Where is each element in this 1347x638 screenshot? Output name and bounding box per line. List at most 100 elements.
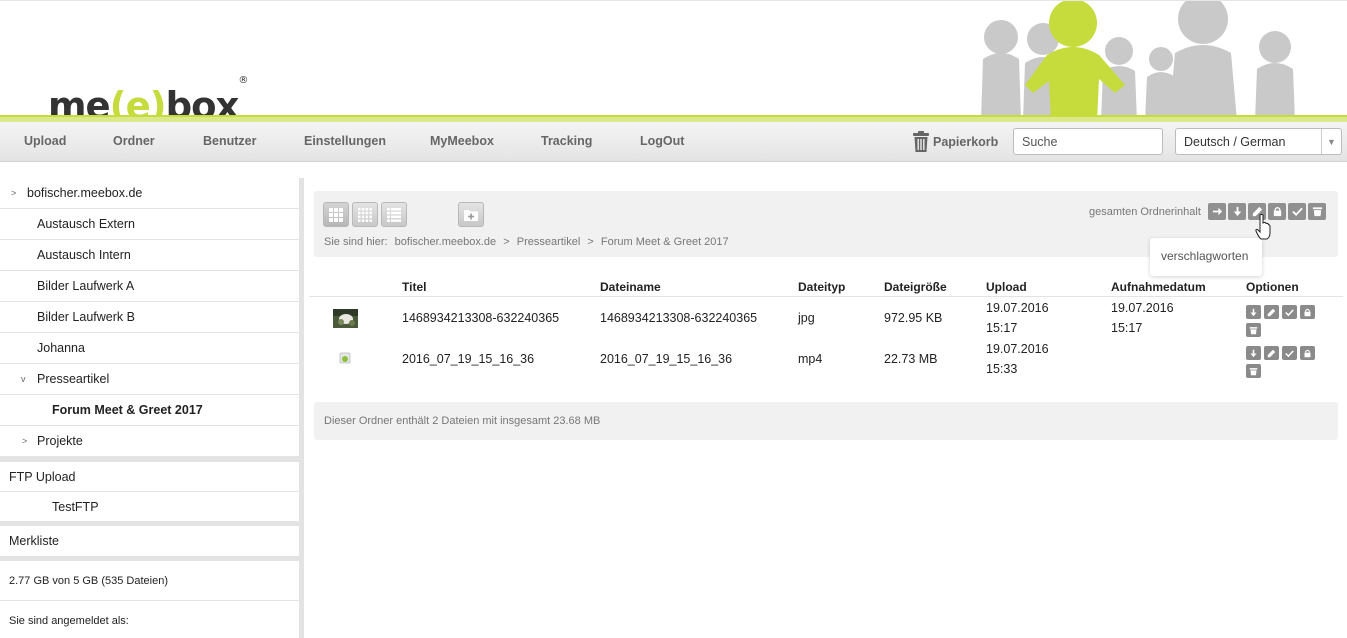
edit-icon (1267, 349, 1276, 357)
folder-add-icon (464, 209, 478, 221)
hand-cursor-icon (1255, 214, 1271, 240)
cell-upload-date: 19.07.2016 (986, 301, 1049, 315)
view-grid-small-button[interactable] (352, 202, 378, 227)
nav-mymeebox[interactable]: MyMeebox (430, 134, 494, 148)
sidebar-item-label: FTP Upload (9, 469, 76, 484)
view-grid-large-button[interactable] (323, 202, 349, 227)
sidebar-item-label: Presseartikel (37, 372, 110, 386)
check-icon (1285, 349, 1294, 357)
list-icon (387, 207, 401, 222)
chevron-right-icon[interactable]: > (22, 436, 27, 446)
all-content-label: gesamten Ordnerinhalt (1089, 206, 1201, 218)
sidebar-divider (0, 556, 299, 561)
sidebar-item-austausch-extern[interactable]: Austausch Extern (0, 209, 299, 240)
cell-title[interactable]: 2016_07_19_15_16_36 (402, 352, 534, 366)
view-list-button[interactable] (381, 202, 407, 227)
sidebar-item-label: Forum Meet & Greet 2017 (52, 403, 203, 417)
file-table: Titel Dateiname Dateityp Dateigröße Uplo… (309, 272, 1343, 392)
column-header-dateiname[interactable]: Dateiname (600, 280, 661, 294)
row-edit-button[interactable] (1264, 346, 1279, 360)
nav-logout[interactable]: LogOut (640, 134, 684, 148)
video-file-icon[interactable] (339, 352, 351, 364)
nav-upload[interactable]: Upload (24, 134, 66, 148)
nav-benutzer[interactable]: Benutzer (203, 134, 256, 148)
storage-usage: 2.77 GB von 5 GB (535 Dateien) (9, 575, 168, 587)
sidebar-root-folder[interactable]: > bofischer.meebox.de (0, 178, 299, 209)
row-lock-button[interactable] (1300, 305, 1315, 319)
sidebar-item-presseartikel[interactable]: v Presseartikel (0, 364, 299, 395)
approve-all-button[interactable] (1288, 203, 1306, 220)
sidebar-divider (0, 600, 299, 601)
chevron-right-icon[interactable]: > (11, 188, 16, 198)
breadcrumb-separator: > (587, 236, 594, 248)
column-header-dateigroesse[interactable]: Dateigröße (884, 280, 947, 294)
breadcrumb-prefix: Sie sind hier: (324, 236, 388, 248)
cell-upload-time: 15:17 (986, 321, 1018, 335)
nav-ordner[interactable]: Ordner (113, 134, 155, 148)
check-icon (1285, 308, 1294, 316)
column-header-upload[interactable]: Upload (986, 280, 1027, 294)
sidebar-item-label: TestFTP (52, 499, 99, 514)
cell-size: 972.95 KB (884, 311, 943, 325)
breadcrumb-link-presseartikel[interactable]: Presseartikel (517, 236, 581, 248)
delete-icon (1249, 367, 1258, 375)
row-lock-button[interactable] (1300, 346, 1315, 360)
column-header-dateityp[interactable]: Dateityp (798, 280, 845, 294)
lock-icon (1304, 349, 1311, 357)
logged-in-label: Sie sind angemeldet als: (9, 615, 129, 627)
trash-button[interactable]: Papierkorb (912, 129, 998, 155)
nav-tracking[interactable]: Tracking (541, 134, 592, 148)
sidebar-item-label: Austausch Intern (37, 248, 131, 262)
column-header-titel[interactable]: Titel (402, 280, 426, 294)
cell-title[interactable]: 1468934213308-632240365 (402, 311, 559, 325)
row-delete-button[interactable] (1246, 323, 1261, 337)
new-folder-button[interactable] (458, 202, 484, 227)
check-icon (1291, 207, 1303, 217)
chevron-down-icon[interactable]: ▼ (1321, 129, 1341, 154)
cell-type: jpg (798, 311, 815, 325)
row-delete-button[interactable] (1246, 364, 1261, 378)
row-edit-button[interactable] (1264, 305, 1279, 319)
sidebar-item-bilder-laufwerk-a[interactable]: Bilder Laufwerk A (0, 271, 299, 302)
sidebar-item-bilder-laufwerk-b[interactable]: Bilder Laufwerk B (0, 302, 299, 333)
row-download-button[interactable] (1246, 305, 1261, 319)
delete-icon (1249, 326, 1258, 334)
move-all-button[interactable] (1208, 203, 1226, 220)
sidebar-item-projekte[interactable]: > Projekte (0, 426, 299, 457)
row-approve-button[interactable] (1282, 305, 1297, 319)
breadcrumb-link-root[interactable]: bofischer.meebox.de (395, 236, 497, 248)
search-input[interactable] (1013, 128, 1163, 155)
chevron-down-icon[interactable]: v (21, 374, 26, 384)
row-approve-button[interactable] (1282, 346, 1297, 360)
sidebar-item-testftp[interactable]: TestFTP (0, 492, 299, 521)
language-select[interactable]: Deutsch / German ▼ (1175, 128, 1342, 155)
breadcrumb-current: Forum Meet & Greet 2017 (600, 236, 729, 248)
breadcrumb: Sie sind hier: bofischer.meebox.de > Pre… (324, 236, 733, 248)
move-icon (1212, 207, 1222, 216)
sidebar-item-ftp-upload[interactable]: FTP Upload (0, 462, 299, 492)
sidebar-item-forum-meet-greet[interactable]: Forum Meet & Greet 2017 (0, 395, 299, 426)
nav-einstellungen[interactable]: Einstellungen (304, 134, 386, 148)
sidebar-item-merkliste[interactable]: Merkliste (0, 526, 299, 556)
table-header-divider (309, 296, 1343, 297)
delete-icon (1312, 207, 1322, 217)
sidebar-item-label: bofischer.meebox.de (27, 186, 143, 200)
download-all-button[interactable] (1228, 203, 1246, 220)
language-value: Deutsch / German (1184, 135, 1286, 149)
sidebar-item-label: Johanna (37, 341, 85, 355)
lock-icon (1304, 308, 1311, 316)
lock-icon (1273, 206, 1281, 217)
cell-upload-date: 19.07.2016 (986, 342, 1049, 356)
cell-type: mp4 (798, 352, 823, 366)
row-download-button[interactable] (1246, 346, 1261, 360)
sidebar-item-austausch-intern[interactable]: Austausch Intern (0, 240, 299, 271)
image-thumbnail[interactable] (333, 309, 358, 328)
column-header-aufnahmedatum[interactable]: Aufnahmedatum (1111, 280, 1206, 294)
download-icon (1233, 206, 1241, 217)
sidebar-item-label: Bilder Laufwerk A (37, 279, 135, 293)
sidebar-item-johanna[interactable]: Johanna (0, 333, 299, 364)
trash-icon (913, 131, 929, 152)
delete-all-button[interactable] (1308, 203, 1326, 220)
folder-sidebar: > bofischer.meebox.de Austausch Extern A… (0, 178, 304, 638)
column-header-optionen: Optionen (1246, 280, 1299, 294)
